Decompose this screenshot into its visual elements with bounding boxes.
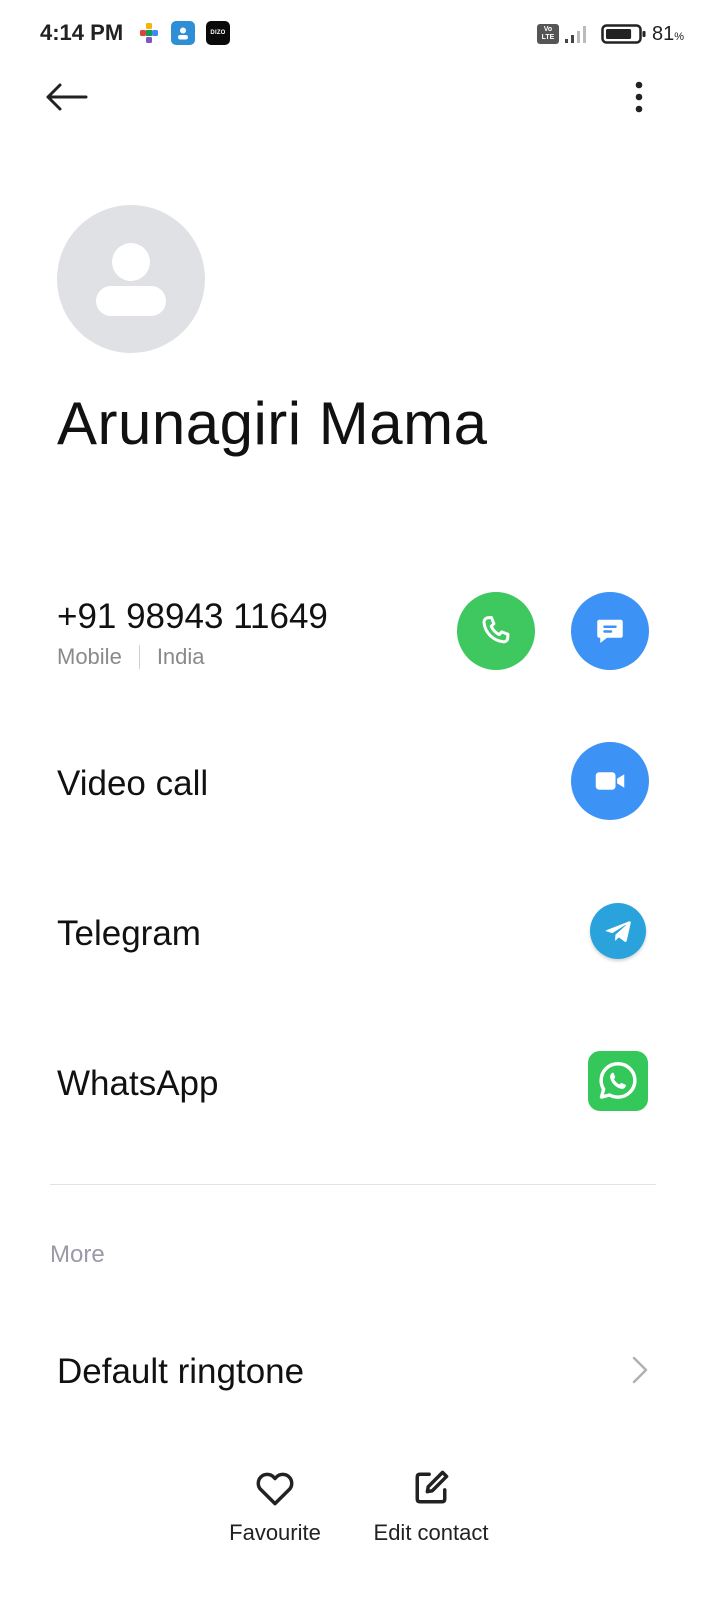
heart-icon (256, 1472, 294, 1506)
section-header-more: More (50, 1241, 105, 1268)
separator (138, 645, 140, 669)
favourite-button[interactable]: Favourite (220, 1466, 330, 1546)
arrow-left-icon (46, 83, 88, 111)
signal-icon (563, 24, 591, 44)
phone-icon (482, 616, 510, 644)
whatsapp-label[interactable]: WhatsApp (57, 1064, 218, 1104)
edit-contact-label: Edit contact (373, 1520, 489, 1545)
dizo-app-icon: DIZO (206, 21, 230, 45)
message-button[interactable] (571, 592, 649, 670)
more-options-button[interactable] (616, 73, 662, 121)
telegram-icon[interactable] (590, 903, 646, 959)
battery-percentage: 81% (652, 23, 685, 45)
phone-location: India (156, 644, 205, 669)
status-time: 4:14 PM (40, 20, 124, 45)
chevron-right-icon (632, 1356, 648, 1384)
status-bar: 4:14 PM DIZO Vo LTE 81% (0, 0, 720, 70)
battery-icon (601, 23, 647, 45)
video-call-button[interactable] (571, 742, 649, 820)
avatar (57, 205, 205, 353)
back-button[interactable] (40, 73, 92, 121)
default-ringtone-row[interactable]: Default ringtone (0, 1320, 720, 1420)
video-call-label[interactable]: Video call (57, 764, 208, 804)
edit-contact-button[interactable]: Edit contact (364, 1466, 498, 1546)
divider (50, 1184, 656, 1185)
default-ringtone-label: Default ringtone (57, 1352, 305, 1391)
phone-number[interactable]: +91 98943 11649 (57, 597, 328, 637)
call-button[interactable] (457, 592, 535, 670)
telegram-label[interactable]: Telegram (57, 914, 201, 954)
more-vertical-icon (635, 81, 643, 113)
contact-name: Arunagiri Mama (57, 390, 488, 457)
phone-type: Mobile (57, 644, 122, 669)
edit-icon (415, 1470, 449, 1504)
contacts-app-icon (171, 21, 195, 45)
whatsapp-icon[interactable] (588, 1051, 648, 1111)
phone-meta: Mobile India (57, 644, 205, 670)
message-icon (597, 619, 623, 643)
volte-icon: Vo LTE (537, 24, 559, 44)
puzzle-icon (137, 21, 161, 45)
favourite-label: Favourite (229, 1520, 321, 1545)
person-placeholder-icon (112, 243, 150, 281)
video-camera-icon (595, 772, 625, 790)
